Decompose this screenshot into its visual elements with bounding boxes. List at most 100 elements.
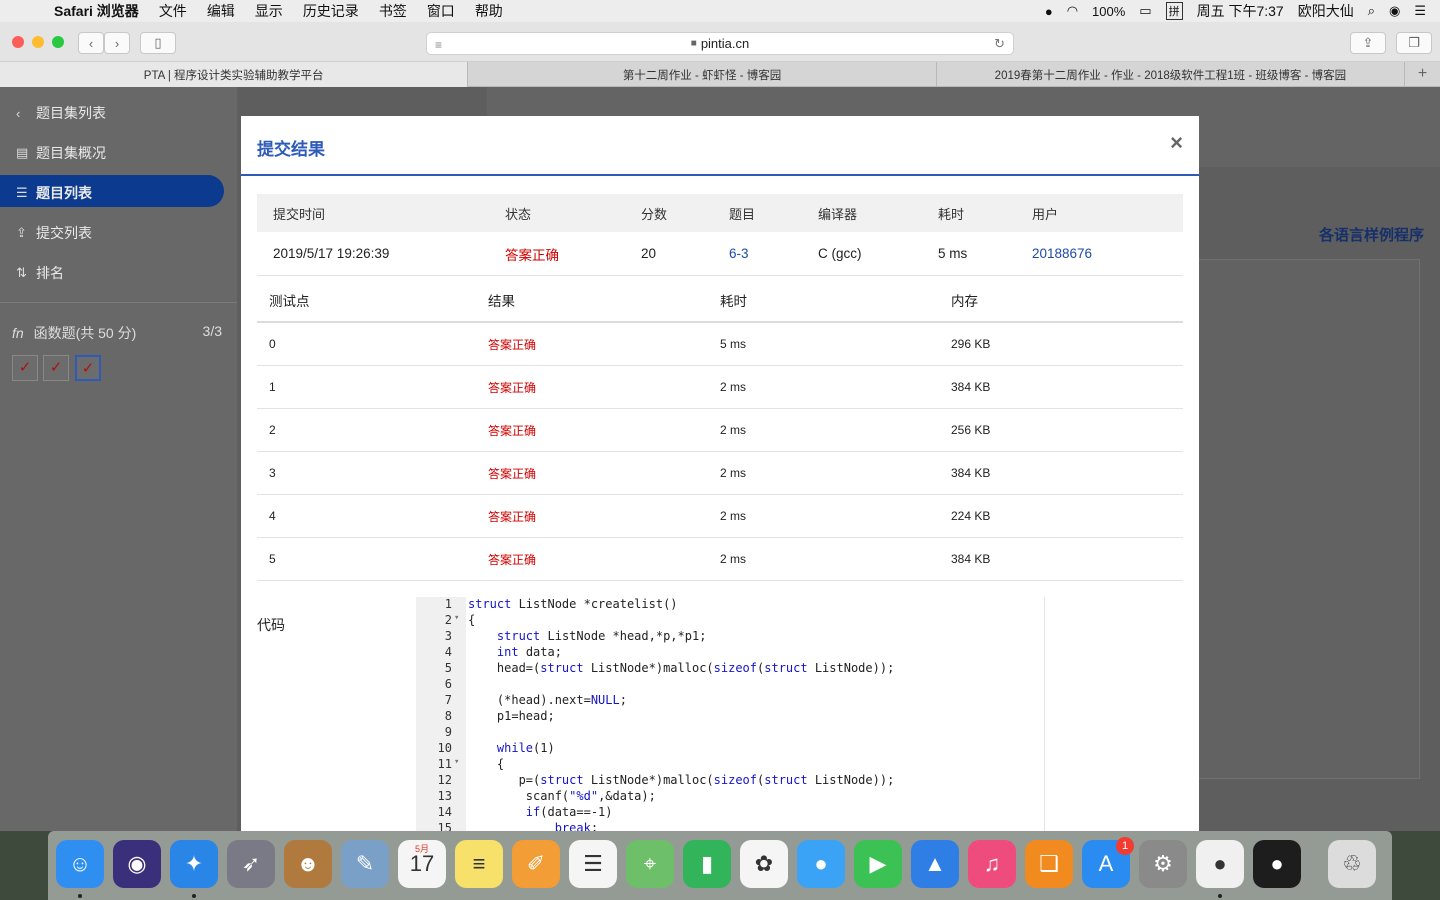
sidebar-item-submissions[interactable]: ⇪ 提交列表	[16, 223, 92, 243]
new-tab-button[interactable]: +	[1405, 62, 1440, 86]
contacts-icon[interactable]: ☻	[284, 840, 332, 888]
line-number: 14	[437, 805, 452, 819]
problem-check-2[interactable]: ✓	[43, 355, 69, 381]
tab-title: 2019春第十二周作业 - 作业 - 2018级软件工程1班 - 班级博客 - …	[994, 69, 1347, 82]
line-number: 13	[437, 789, 452, 803]
code-line: 8 p1=head;	[416, 709, 1045, 725]
launchpad-icon[interactable]: ➶	[227, 840, 275, 888]
sidebar-item-label: 排名	[36, 265, 64, 281]
header-result: 结果	[488, 293, 515, 309]
tab-overview-button[interactable]: ❐	[1396, 32, 1432, 54]
menu-app-name[interactable]: Safari 浏览器	[54, 1, 139, 21]
wechat-icon[interactable]: ●	[1196, 840, 1244, 888]
maps-icon[interactable]: ⌖	[626, 840, 674, 888]
menu-edit[interactable]: 编辑	[207, 1, 235, 21]
preview-icon[interactable]: ✎	[341, 840, 389, 888]
header-test-id: 测试点	[269, 293, 310, 309]
fold-toggle-icon[interactable]: ▾	[454, 757, 459, 767]
menu-bookmarks[interactable]: 书签	[379, 1, 407, 21]
code-line: 10 while(1)	[416, 741, 1045, 757]
sidebar-back-link[interactable]: ‹ 题目集列表	[16, 103, 106, 123]
tests-header-row: 测试点 结果 耗时 内存	[257, 278, 1183, 323]
clock[interactable]: 周五 下午7:37	[1197, 1, 1284, 21]
tab-pta[interactable]: PTA | 程序设计类实验辅助教学平台	[0, 62, 469, 87]
finder-icon[interactable]: ☺	[56, 840, 104, 888]
keynote-icon[interactable]: ▲	[911, 840, 959, 888]
sidebar-divider	[0, 302, 237, 303]
menu-view[interactable]: 显示	[255, 1, 283, 21]
safari-icon[interactable]: ✦	[170, 840, 218, 888]
test-result: 答案正确	[488, 337, 537, 352]
notes-icon[interactable]: ≡	[455, 840, 503, 888]
wechat-status-icon[interactable]: ●	[1045, 4, 1053, 19]
forward-button[interactable]: ›	[104, 32, 130, 54]
battery-icon[interactable]: ▭	[1139, 3, 1151, 19]
trash-icon[interactable]: ♲	[1328, 840, 1376, 888]
menu-file[interactable]: 文件	[159, 1, 187, 21]
siri-status-icon[interactable]: ◉	[1389, 3, 1400, 19]
menu-help[interactable]: 帮助	[475, 1, 503, 21]
minimize-window-button[interactable]	[32, 36, 44, 48]
tab-blog[interactable]: 第十二周作业 - 虾虾怪 - 博客园	[468, 62, 937, 87]
code-text: if(data==-1)	[525, 805, 613, 819]
calendar-icon[interactable]: 17 5月	[398, 840, 446, 888]
photos-icon[interactable]: ✿	[740, 840, 788, 888]
list-icon: ☰	[16, 185, 28, 200]
test-memory: 296 KB	[951, 337, 991, 351]
reminders-icon[interactable]: ☰	[569, 840, 617, 888]
sidebar-item-overview[interactable]: ▤ 题目集概况	[16, 143, 106, 163]
test-memory: 384 KB	[951, 380, 991, 394]
modal-title: 提交结果	[257, 140, 325, 159]
code-viewer[interactable]: 1 struct ListNode *createlist() 2 ▾{3 struc…	[416, 597, 1045, 831]
section-count: 3/3	[202, 323, 222, 339]
share-button[interactable]: ⇪	[1350, 32, 1386, 54]
wifi-icon[interactable]: ◠	[1067, 3, 1078, 19]
close-window-button[interactable]	[12, 36, 24, 48]
pages-icon[interactable]: ✐	[512, 840, 560, 888]
input-method-icon[interactable]: 拼	[1165, 2, 1183, 20]
sidebar-item-problem-list[interactable]: ☰ 题目列表	[16, 183, 92, 203]
code-line: 4 int data;	[416, 645, 1045, 661]
problem-link[interactable]: 6-3	[729, 246, 818, 261]
tab-class-blog[interactable]: 2019春第十二周作业 - 作业 - 2018级软件工程1班 - 班级博客 - …	[937, 62, 1406, 87]
sample-programs-link[interactable]: 各语言样例程序	[1319, 224, 1424, 245]
sidebar-toggle-button[interactable]: ▯	[140, 32, 176, 54]
lock-icon: ■	[690, 38, 697, 49]
books-icon[interactable]: ❑	[1025, 840, 1073, 888]
reader-icon[interactable]: ≡	[435, 38, 442, 52]
fold-toggle-icon[interactable]: ▾	[454, 613, 459, 623]
summary-table: 提交时间 状态 分数 题目 编译器 耗时 用户 2019/5/17 19:26:…	[257, 194, 1183, 276]
siri-icon[interactable]: ◉	[113, 840, 161, 888]
itunes-icon[interactable]: ♫	[968, 840, 1016, 888]
problem-check-1[interactable]: ✓	[12, 355, 38, 381]
numbers-icon[interactable]: ▮	[683, 840, 731, 888]
system-preferences-icon[interactable]: ⚙	[1139, 840, 1187, 888]
menu-window[interactable]: 窗口	[427, 1, 455, 21]
notification-center-icon[interactable]: ☰	[1414, 3, 1426, 19]
menu-history[interactable]: 历史记录	[303, 1, 359, 21]
sidebar-item-ranking[interactable]: ⇅ 排名	[16, 263, 64, 283]
problem-check-3[interactable]: ✓	[75, 355, 101, 381]
fullscreen-window-button[interactable]	[52, 36, 64, 48]
qq-icon[interactable]: ●	[1253, 840, 1301, 888]
summary-row: 2019/5/17 19:26:39 答案正确 20 6-3 C (gcc) 5…	[257, 232, 1183, 276]
menubar: Safari 浏览器 文件 编辑 显示 历史记录 书签 窗口 帮助 ● ◠ 10…	[0, 0, 1440, 22]
code-line: 9	[416, 725, 1045, 741]
spotlight-icon[interactable]: ⌕	[1368, 3, 1375, 19]
reload-icon[interactable]: ↻	[994, 36, 1005, 52]
user-link[interactable]: 20188676	[1032, 246, 1152, 261]
sidebar-item-label: 提交列表	[36, 225, 92, 241]
facetime-icon[interactable]: ▶	[854, 840, 902, 888]
table-row: 5 答案正确 2 ms 384 KB	[257, 538, 1183, 581]
tabs-icon: ❐	[1408, 35, 1420, 50]
calendar-month-label: 5月	[414, 844, 429, 854]
messages-icon[interactable]: ●	[797, 840, 845, 888]
code-text: p1=head;	[468, 709, 555, 723]
header-submit-time: 提交时间	[273, 206, 326, 222]
close-icon[interactable]: ×	[1170, 132, 1183, 154]
address-bar[interactable]: ≡ ■ pintia.cn ↻	[426, 32, 1014, 55]
back-button[interactable]: ‹	[78, 32, 104, 54]
submit-time: 2019/5/17 19:26:39	[273, 246, 390, 261]
user-name[interactable]: 欧阳大仙	[1298, 1, 1354, 21]
test-time: 5 ms	[720, 337, 747, 351]
